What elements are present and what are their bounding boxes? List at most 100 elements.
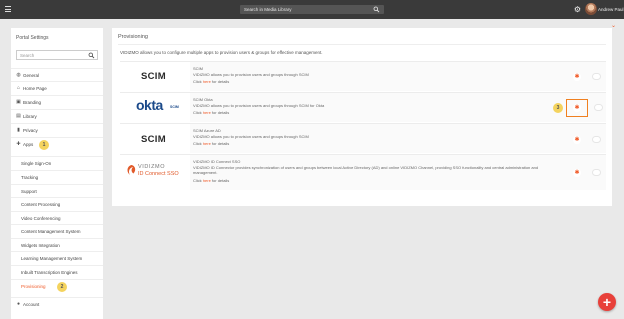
sidebar-subitem-label: Provisioning <box>21 284 46 289</box>
sidebar-item-label: Account <box>23 302 40 307</box>
sidebar-search-input[interactable] <box>20 52 85 59</box>
provider-card-vidizmo-id-connect: VIDIZMO ID Connect SSO VIDIZMO ID Connec… <box>120 154 606 190</box>
user-name[interactable]: Andrew Paul <box>598 7 624 12</box>
sidebar-item-account[interactable]: ● Account <box>11 297 103 310</box>
configure-gear-icon[interactable]: ✱ <box>573 136 581 144</box>
details-line: Click here for details <box>193 141 553 147</box>
vidizmo-logo-text: VIDIZMO <box>138 164 166 170</box>
sidebar-subitem-label: Learning Management System <box>21 256 83 261</box>
sidebar-subitem-label: Support <box>21 189 37 194</box>
provider-description: VIDIZMO ID Connector provides synchroniz… <box>193 164 539 176</box>
details-suffix: for details <box>210 141 230 147</box>
okta-logo-text: okta <box>136 97 163 113</box>
provider-description: VIDIZMO allows you to provision users an… <box>193 71 309 77</box>
page-title: Provisioning <box>118 34 148 40</box>
home-icon: ⌂ <box>16 85 21 91</box>
sidebar-search <box>16 50 98 60</box>
details-suffix: for details <box>210 177 230 183</box>
settings-icon[interactable]: ⚙ <box>573 5 582 14</box>
page-description: VIDIZMO allows you to configure multiple… <box>120 50 323 55</box>
sidebar-subitem-widgets-integration[interactable]: Widgets Integration <box>11 238 103 252</box>
details-prefix: Click <box>193 141 203 147</box>
details-prefix: Click <box>193 110 203 116</box>
details-suffix: for details <box>210 110 230 116</box>
sidebar-item-label: Apps <box>23 142 34 147</box>
sidebar-subitem-content-processing[interactable]: Content Processing <box>11 197 103 211</box>
puzzle-icon: ✚ <box>16 141 21 147</box>
configure-gear-icon[interactable]: ✱ <box>573 104 581 112</box>
details-link[interactable]: here <box>203 178 211 183</box>
provider-description: VIDIZMO allows you to provision users an… <box>193 133 309 139</box>
sidebar-subitem-label: Content Management System <box>21 229 81 234</box>
step-badge-provisioning: 2 <box>57 282 67 292</box>
okta-logo-subtext: SCIM <box>170 105 179 109</box>
sidebar-subitem-video-conferencing[interactable]: Video Conferencing <box>11 211 103 225</box>
search-icon[interactable] <box>373 6 380 13</box>
vidizmo-swirl-icon <box>127 165 136 175</box>
image-icon: ▣ <box>16 99 21 105</box>
sidebar-subitem-support[interactable]: Support <box>11 184 103 198</box>
provider-description: VIDIZMO allows you to provision users an… <box>193 102 325 108</box>
details-prefix: Click <box>193 177 203 183</box>
sidebar-subitem-content-management-system[interactable]: Content Management System <box>11 224 103 238</box>
sidebar-item-home-page[interactable]: ⌂ Home Page <box>11 81 103 94</box>
menu-icon[interactable] <box>5 6 11 12</box>
sidebar-item-apps[interactable]: ✚ Apps 1 <box>11 137 103 150</box>
sidebar-item-label: Library <box>23 114 37 119</box>
sidebar-subitem-inbuilt-transcription-engines[interactable]: Inbuilt Transcription Engines <box>11 265 103 279</box>
lock-icon: ▮ <box>17 127 20 133</box>
globe-icon: ◍ <box>16 72 21 78</box>
sidebar-subitem-tracking[interactable]: Tracking <box>11 170 103 184</box>
avatar[interactable] <box>585 3 597 15</box>
configure-gear-icon[interactable]: ✱ <box>573 169 581 177</box>
top-bar: ⚙ Andrew Paul <box>0 0 624 19</box>
media-search <box>240 5 384 14</box>
provider-card-scim-azure-ad: SCIM SCIM Azure AD VIDIZMO allows you to… <box>120 123 606 153</box>
provider-info: VIDIZMO ID Connect SSO VIDIZMO ID Connec… <box>193 159 553 183</box>
sidebar-item-general[interactable]: ◍ General <box>11 68 103 81</box>
details-link[interactable]: here <box>203 79 211 84</box>
settings-sidebar: Portal Settings ◍ General ⌂ Home Page ▣ … <box>11 28 103 319</box>
configure-gear-icon[interactable]: ✱ <box>573 73 581 81</box>
details-link[interactable]: here <box>203 110 211 115</box>
book-icon: ▤ <box>16 113 21 119</box>
enable-toggle[interactable] <box>592 169 601 176</box>
sidebar-item-label: Home Page <box>23 86 47 91</box>
sidebar-subitem-provisioning[interactable]: Provisioning 2 <box>11 279 103 293</box>
sidebar-item-privacy[interactable]: ▮ Privacy <box>11 123 103 136</box>
okta-logo: okta SCIM <box>120 93 190 122</box>
sidebar-title: Portal Settings <box>16 35 49 41</box>
step-badge-apps: 1 <box>39 140 49 150</box>
sidebar-item-branding[interactable]: ▣ Branding <box>11 95 103 108</box>
details-link[interactable]: here <box>203 141 211 146</box>
sidebar-item-label: Privacy <box>23 128 38 133</box>
provider-info: SCIM VIDIZMO allows you to provision use… <box>193 66 553 85</box>
provider-card-scim: SCIM SCIM VIDIZMO allows you to provisio… <box>120 61 606 91</box>
vidizmo-logo: VIDIZMO ID Connect SSO <box>120 155 190 190</box>
add-button[interactable]: + <box>598 293 616 311</box>
sidebar-subitem-label: Single Sign-On <box>21 161 52 166</box>
sidebar-subitem-label: Content Processing <box>21 202 61 207</box>
sidebar-item-library[interactable]: ▤ Library <box>11 109 103 122</box>
sidebar-item-label: Branding <box>23 100 42 105</box>
enable-toggle[interactable] <box>592 136 601 143</box>
sidebar-subitem-single-sign-on[interactable]: Single Sign-On <box>11 156 103 170</box>
scim-logo: SCIM <box>120 124 190 153</box>
details-line: Click here for details <box>193 178 553 184</box>
divider <box>118 44 606 45</box>
enable-toggle[interactable] <box>594 104 603 111</box>
enable-toggle[interactable] <box>592 73 601 80</box>
sidebar-item-label: General <box>23 73 40 78</box>
sidebar-subitem-label: Tracking <box>21 175 39 180</box>
vidizmo-logo-subtext: ID Connect SSO <box>138 171 179 177</box>
details-line: Click here for details <box>193 110 553 116</box>
details-line: Click here for details <box>193 79 553 85</box>
sidebar-subitem-learning-management-system[interactable]: Learning Management System <box>11 251 103 265</box>
scim-logo: SCIM <box>120 62 190 91</box>
media-search-input[interactable] <box>244 6 364 13</box>
scim-logo-text: SCIM <box>141 71 166 82</box>
details-prefix: Click <box>193 79 203 85</box>
search-icon[interactable] <box>88 52 95 59</box>
provisioning-panel: Provisioning VIDIZMO allows you to confi… <box>112 28 612 206</box>
provider-info: SCIM Okta VIDIZMO allows you to provisio… <box>193 97 553 116</box>
